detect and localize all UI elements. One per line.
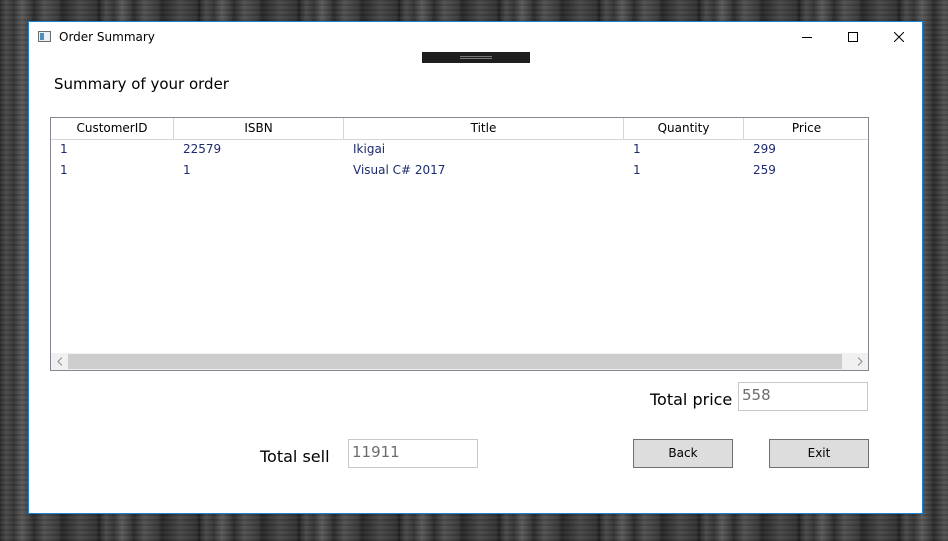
back-button[interactable]: Back — [633, 439, 733, 468]
column-header-isbn[interactable]: ISBN — [174, 118, 344, 139]
maximize-button[interactable] — [830, 22, 876, 52]
column-header-quantity[interactable]: Quantity — [624, 118, 744, 139]
minimize-icon — [802, 37, 812, 38]
chevron-right-icon — [857, 357, 863, 366]
column-header-price[interactable]: Price — [744, 118, 868, 139]
scroll-left-button[interactable] — [51, 353, 68, 370]
cell-isbn[interactable]: 22579 — [174, 139, 344, 160]
cell-title[interactable]: Ikigai — [344, 139, 624, 160]
window-title: Order Summary — [59, 30, 155, 44]
app-icon — [38, 31, 51, 42]
minimize-button[interactable] — [784, 22, 830, 52]
cell-isbn[interactable]: 1 — [174, 160, 344, 181]
title-bar[interactable]: Order Summary — [29, 22, 922, 52]
order-summary-window: Order Summary Summary of your order Cust… — [28, 21, 923, 514]
order-data-grid[interactable]: CustomerID ISBN Title Quantity Price 1 2… — [50, 117, 869, 371]
exit-button[interactable]: Exit — [769, 439, 869, 468]
close-button[interactable] — [876, 22, 922, 52]
cell-title[interactable]: Visual C# 2017 — [344, 160, 624, 181]
page-heading: Summary of your order — [54, 75, 229, 93]
cell-customerid[interactable]: 1 — [51, 160, 174, 181]
table-row[interactable]: 1 22579 Ikigai 1 299 — [51, 139, 868, 160]
table-row[interactable]: 1 1 Visual C# 2017 1 259 — [51, 160, 868, 181]
total-sell-label: Total sell — [260, 447, 330, 466]
column-header-customerid[interactable]: CustomerID — [51, 118, 174, 139]
cell-quantity[interactable]: 1 — [624, 139, 744, 160]
total-price-field[interactable]: 558 — [738, 382, 868, 411]
cell-customerid[interactable]: 1 — [51, 139, 174, 160]
chevron-left-icon — [56, 357, 62, 366]
scroll-thumb[interactable] — [68, 354, 842, 369]
total-price-label: Total price — [650, 390, 733, 409]
close-icon — [894, 32, 904, 42]
grid-header: CustomerID ISBN Title Quantity Price — [51, 118, 868, 140]
maximize-icon — [848, 32, 858, 42]
cell-price[interactable]: 259 — [744, 160, 868, 181]
debug-toolbar[interactable] — [422, 52, 530, 63]
column-header-title[interactable]: Title — [344, 118, 624, 139]
scroll-right-button[interactable] — [851, 353, 868, 370]
cell-quantity[interactable]: 1 — [624, 160, 744, 181]
cell-price[interactable]: 299 — [744, 139, 868, 160]
total-sell-field[interactable]: 11911 — [348, 439, 478, 468]
horizontal-scrollbar[interactable] — [51, 353, 868, 370]
